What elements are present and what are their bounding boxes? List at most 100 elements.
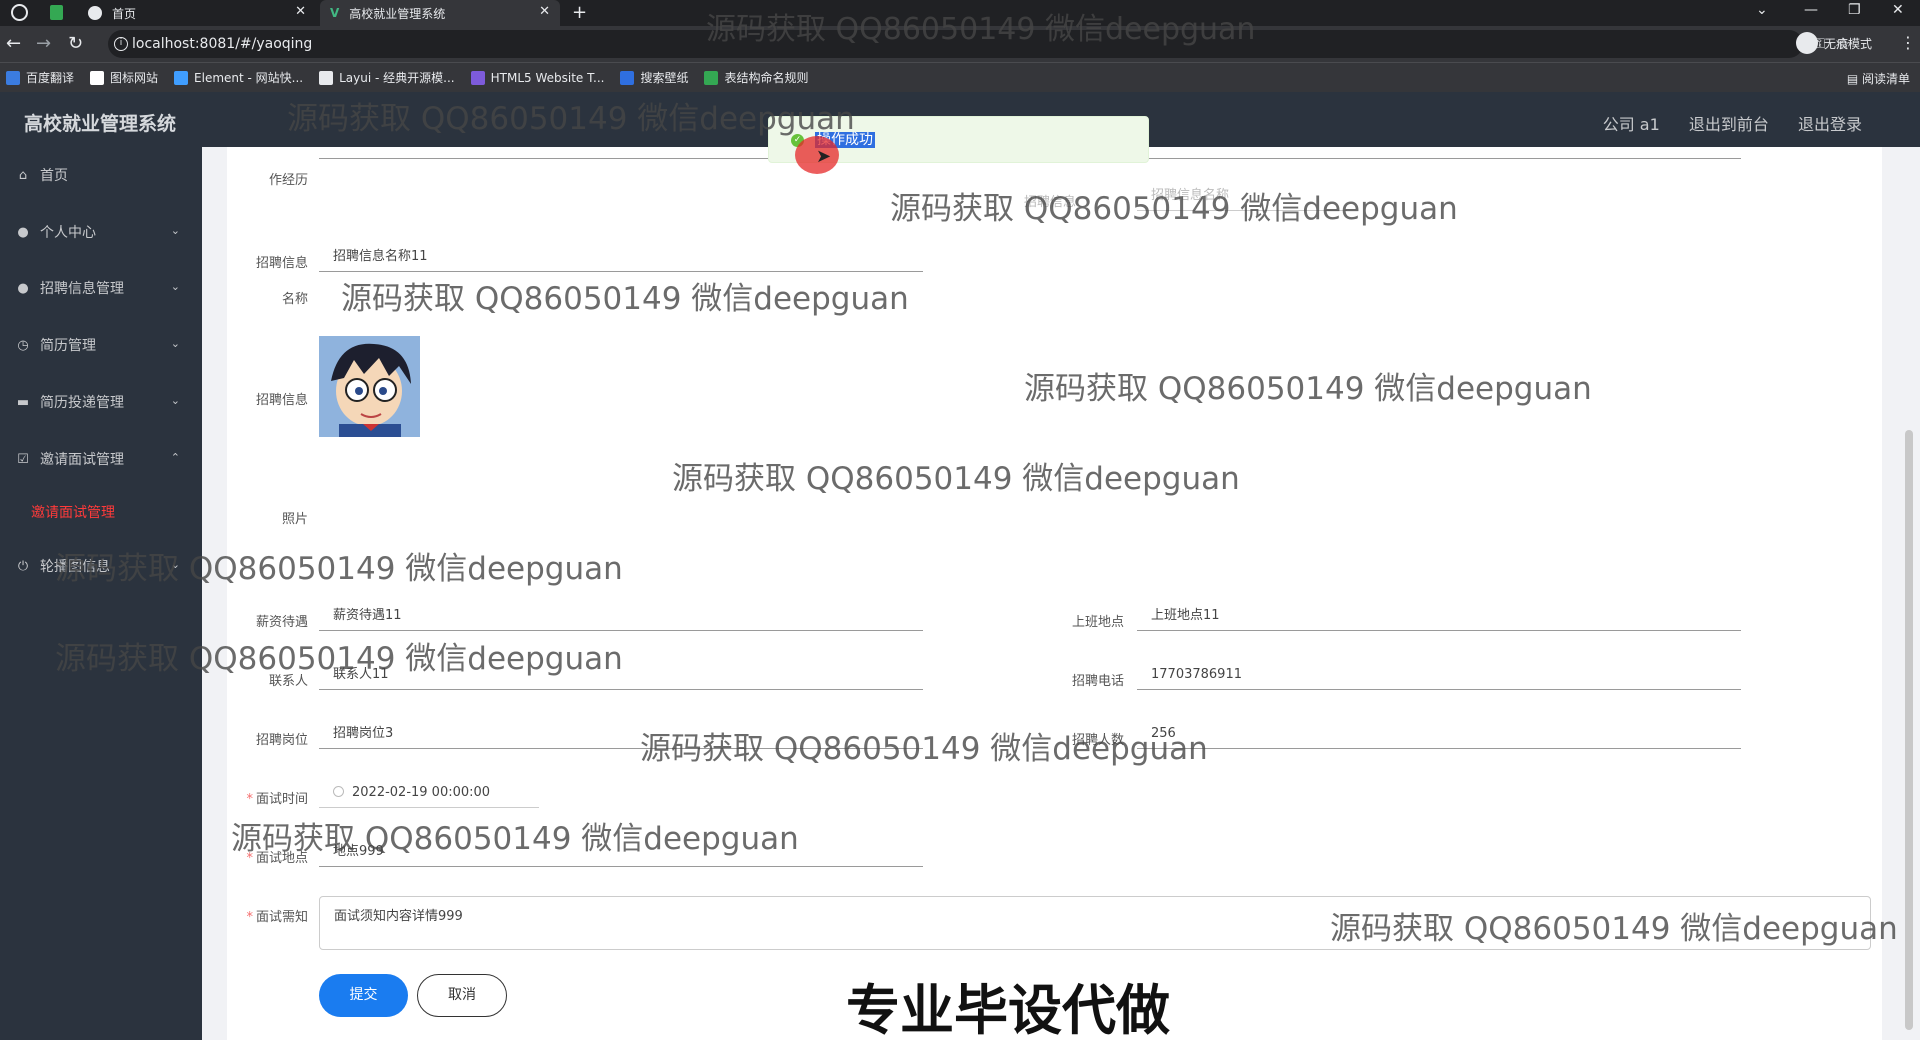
sidebar-subitem-interview[interactable]: 邀请面试管理	[31, 502, 115, 522]
restore-icon[interactable]: ❐	[1848, 2, 1861, 18]
photo-label: 招聘信息	[255, 393, 308, 408]
new-tab-icon[interactable]: +	[572, 2, 587, 23]
cartoon-avatar-image	[319, 336, 420, 437]
bookmark-icon	[319, 70, 334, 85]
bookmark-icon	[470, 70, 485, 85]
browser-logo-icon	[11, 4, 28, 21]
salary-field[interactable]: 薪资待遇11	[319, 603, 923, 631]
bookmark-item[interactable]: Layui - 经典开源模...	[319, 69, 455, 86]
bookmark-icon	[174, 70, 189, 85]
incognito-indicator[interactable]: 无痕模式	[1796, 32, 1872, 54]
home-icon: ⌂	[18, 167, 28, 183]
tab-system[interactable]: V 高校就业管理系统 ✕	[320, 0, 560, 26]
bookmark-label: Layui - 经典开源模...	[339, 71, 455, 85]
incognito-label: 无痕模式	[1824, 36, 1873, 51]
back-icon[interactable]: ←	[6, 33, 21, 54]
tab-title: 高校就业管理系统	[349, 6, 446, 21]
promo-banner: 专业毕设代做	[846, 979, 1170, 1040]
bookmark-item[interactable]: 图标网站	[90, 69, 158, 86]
watermark: 源码获取 QQ86050149 微信deepguan	[55, 641, 623, 677]
phone-field[interactable]: 17703786911	[1137, 662, 1741, 690]
favicon-icon	[88, 6, 102, 20]
job-photo[interactable]	[319, 336, 420, 437]
reading-list-label: 阅读清单	[1861, 72, 1910, 86]
sidebar-item-label: 邀请面试管理	[40, 452, 124, 468]
reload-icon[interactable]: ↻	[68, 33, 83, 54]
sidebar-item-label: 简历管理	[40, 338, 96, 354]
user-icon: ●	[17, 280, 29, 296]
clock-icon	[333, 786, 344, 797]
watermark: 源码获取 QQ86050149 微信deepguan	[1024, 371, 1592, 407]
more-icon[interactable]: ⋮	[1900, 33, 1916, 52]
sheets-icon[interactable]	[50, 5, 63, 20]
watermark: 源码获取 QQ86050149 微信deepguan	[341, 281, 909, 317]
minimize-icon[interactable]: —	[1804, 2, 1818, 18]
sidebar: ⌂ 首页 ● 个人中心 ⌄ ● 招聘信息管理 ⌄ ◷ 简历管理 ⌄ ▬ 简历投递…	[0, 147, 202, 1040]
notice-label-text: 面试需知	[255, 910, 308, 925]
required-mark: *	[246, 792, 253, 807]
url-text: localhost:8081/#/yaoqing	[132, 36, 313, 52]
salary-label: 薪资待遇	[255, 615, 308, 630]
logout-link[interactable]: 退出登录	[1798, 115, 1862, 134]
header-links: 公司 a1 退出到前台 退出登录	[1579, 111, 1862, 135]
watermark: 源码获取 QQ86050149 微信deepguan	[231, 821, 799, 857]
photo-label-2: 照片	[281, 512, 308, 527]
job-name-label-2: 名称	[281, 292, 308, 307]
close-window-icon[interactable]: ✕	[1892, 2, 1904, 18]
sidebar-item-label: 招聘信息管理	[40, 281, 124, 297]
watermark: 源码获取 QQ86050149 微信deepguan	[890, 191, 1458, 227]
bookmark-icon	[6, 70, 20, 85]
bookmark-item[interactable]: 百度翻译	[6, 69, 74, 86]
bookmark-label: 搜索壁纸	[640, 71, 689, 85]
bookmark-item[interactable]: 表结构命名规则	[704, 69, 808, 86]
sidebar-item-label: 简历投递管理	[40, 395, 124, 411]
submit-button[interactable]: 提交	[319, 974, 408, 1017]
sidebar-item-delivery[interactable]: ▬ 简历投递管理 ⌄	[0, 382, 202, 422]
flag-icon	[90, 70, 105, 85]
sidebar-item-resume[interactable]: ◷ 简历管理 ⌄	[0, 325, 202, 365]
work-place-field[interactable]: 上班地点11	[1137, 603, 1741, 631]
chevron-up-icon: ⌃	[170, 451, 180, 464]
close-icon[interactable]: ✕	[539, 4, 550, 19]
chevron-down-icon: ⌄	[170, 394, 180, 407]
forward-icon[interactable]: →	[36, 33, 51, 54]
bookmark-item[interactable]: HTML5 Website T...	[470, 70, 605, 85]
count-field[interactable]: 256	[1137, 721, 1741, 749]
sidebar-item-label: 个人中心	[40, 225, 96, 241]
back-to-front-link[interactable]: 退出到前台	[1689, 115, 1769, 134]
user-icon: ●	[17, 224, 29, 240]
bookmark-label: HTML5 Website T...	[490, 70, 605, 85]
job-name-field[interactable]: 招聘信息名称11	[319, 244, 923, 272]
bookmark-item[interactable]: 搜索壁纸	[620, 69, 688, 86]
tab-title: 首页	[112, 6, 137, 21]
bookmark-icon	[620, 70, 635, 85]
clock-icon: ◷	[17, 337, 29, 353]
bookmark-label: 百度翻译	[26, 71, 75, 85]
vue-icon: V	[330, 6, 340, 20]
info-icon[interactable]: i	[114, 37, 128, 51]
mouse-cursor-icon: ➤	[816, 146, 832, 167]
sidebar-item-jobs[interactable]: ● 招聘信息管理 ⌄	[0, 268, 202, 308]
interview-time-picker[interactable]: 2022-02-19 00:00:00	[319, 780, 539, 808]
tab-home[interactable]: 首页 ✕	[78, 0, 316, 26]
scrollbar[interactable]	[1905, 430, 1913, 1030]
watermark: 源码获取 QQ86050149 微信deepguan	[287, 101, 855, 137]
reading-list[interactable]: ▤ 阅读清单	[1847, 70, 1910, 87]
briefcase-icon: ▬	[16, 394, 30, 410]
chevron-down-icon[interactable]: ⌄	[1756, 2, 1768, 18]
job-name-label: 招聘信息	[255, 256, 308, 271]
sidebar-item-profile[interactable]: ● 个人中心 ⌄	[0, 212, 202, 252]
account-name: 公司 a1	[1602, 115, 1660, 134]
chevron-down-icon: ⌄	[170, 280, 180, 293]
cancel-button[interactable]: 取消	[417, 974, 507, 1017]
sidebar-item-interview[interactable]: ☑ 邀请面试管理 ⌃	[0, 439, 202, 479]
bookmark-item[interactable]: Element - 网站快...	[174, 69, 303, 86]
close-icon[interactable]: ✕	[295, 4, 306, 19]
bookmark-label: 表结构命名规则	[724, 71, 809, 85]
watermark: 源码获取 QQ86050149 微信deepguan	[672, 461, 1240, 497]
incognito-icon	[1796, 32, 1818, 54]
watermark: 源码获取 QQ86050149 微信deepguan	[640, 731, 1208, 767]
notice-label: * 面试需知	[228, 906, 308, 925]
watermark: 源码获取 QQ86050149 微信deepguan	[55, 551, 623, 587]
sidebar-item-home[interactable]: ⌂ 首页	[0, 155, 202, 195]
